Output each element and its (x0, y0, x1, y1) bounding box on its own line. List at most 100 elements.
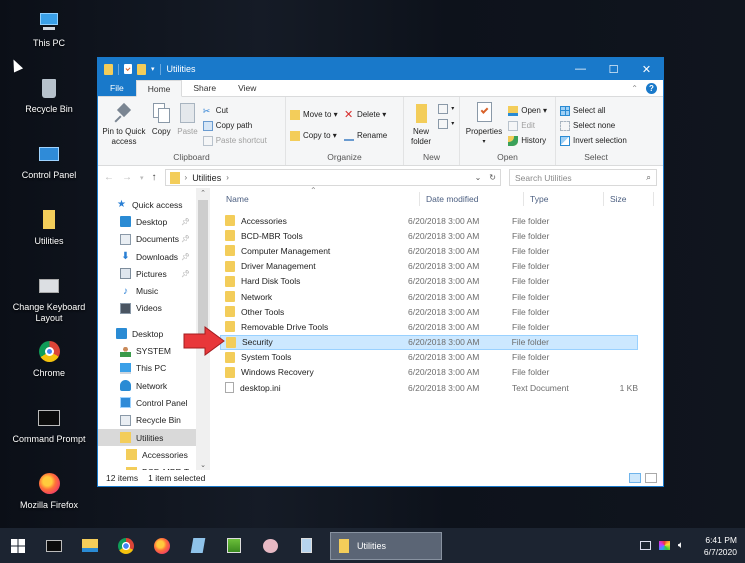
new-item-button[interactable]: ▾ (438, 101, 454, 116)
nav-item-videos[interactable]: Videos (98, 300, 210, 317)
open-button[interactable]: Open ▾ (508, 103, 547, 118)
nav-item-downloads[interactable]: ⬇ Downloads 📌︎ (98, 248, 210, 265)
edit-button[interactable]: Edit (508, 118, 547, 133)
nav-item-music[interactable]: ♪ Music (98, 282, 210, 299)
display-icon[interactable] (658, 541, 670, 550)
scroll-down-icon[interactable]: ⌄ (196, 461, 210, 469)
easy-access-button[interactable]: ▾ (438, 116, 454, 131)
network-icon[interactable] (639, 541, 651, 550)
tab-share[interactable]: Share (182, 80, 227, 96)
tab-view[interactable]: View (227, 80, 267, 96)
copy-button[interactable]: Copy (150, 101, 172, 137)
desktop-icon-control-panel[interactable]: Control Panel (6, 142, 92, 181)
taskbar-firefox[interactable] (144, 528, 180, 563)
cut-button[interactable]: ✂ Cut (203, 103, 267, 118)
up-button[interactable]: ↑ (152, 172, 157, 183)
move-to-button[interactable]: Move to ▾ (290, 107, 338, 122)
file-row[interactable]: Driver Management 6/20/2018 3:00 AM File f… (220, 259, 638, 274)
forward-button[interactable]: → (122, 172, 132, 183)
pin-to-quick-access-button[interactable]: Pin to Quick access (102, 101, 146, 147)
desktop-icon-this-pc[interactable]: This PC (6, 10, 92, 49)
file-row[interactable]: Windows Recovery 6/20/2018 3:00 AM File fo… (220, 365, 638, 380)
file-row[interactable]: Removable Drive Tools 6/20/2018 3:00 AM Fi… (220, 319, 638, 334)
scroll-up-icon[interactable]: ⌃ (196, 189, 210, 197)
taskbar-calculator[interactable] (288, 528, 324, 563)
copy-to-button[interactable]: Copy to ▾ (290, 128, 338, 143)
nav-item-control-panel[interactable]: Control Panel (98, 394, 210, 411)
details-view-button[interactable] (629, 473, 641, 483)
properties-button[interactable]: Properties ▾ (464, 101, 504, 147)
nav-item-documents[interactable]: Documents 📌︎ (98, 231, 210, 248)
invert-selection-button[interactable]: Invert selection (560, 133, 627, 148)
nav-item-this-pc[interactable]: This PC (98, 360, 210, 377)
column-date-modified[interactable]: Date modified (420, 192, 524, 206)
taskbar-notepad[interactable] (180, 528, 216, 563)
file-row[interactable]: Other Tools 6/20/2018 3:00 AM File folder (220, 304, 638, 319)
history-button[interactable]: History (508, 133, 547, 148)
delete-button[interactable]: ✕ Delete ▾ (344, 107, 387, 122)
file-row[interactable]: Hard Disk Tools 6/20/2018 3:00 AM File fol… (220, 274, 638, 289)
volume-icon[interactable]: 🔈︎ (678, 540, 684, 551)
pin-icon[interactable]: 📌︎ (181, 270, 190, 278)
start-button[interactable] (0, 528, 36, 563)
chevron-right-icon[interactable]: › (226, 173, 229, 182)
taskbar-task-utilities[interactable]: Utilities (330, 531, 442, 560)
column-name[interactable]: Name (220, 192, 420, 206)
maximize-button[interactable]: ☐ (597, 63, 630, 76)
chevron-right-icon[interactable]: › (185, 173, 188, 182)
desktop-icon-chrome[interactable]: Chrome (6, 340, 92, 379)
desktop-icon-change-keyboard-layout[interactable]: Change Keyboard Layout (6, 274, 92, 324)
taskbar-paint[interactable] (252, 528, 288, 563)
nav-item-quick-access[interactable]: ★ Quick access (98, 196, 210, 213)
tab-home[interactable]: Home (135, 80, 183, 97)
paste-button[interactable]: Paste (176, 101, 198, 137)
nav-item-recycle-bin[interactable]: Recycle Bin (98, 412, 210, 429)
copy-path-button[interactable]: Copy path (202, 118, 267, 133)
desktop-icon-utilities[interactable]: Utilities (6, 208, 92, 247)
properties-qat-icon[interactable] (124, 64, 132, 74)
column-size[interactable]: Size (604, 192, 654, 206)
nav-item-utilities[interactable]: Utilities (98, 428, 196, 447)
tab-file[interactable]: File (98, 80, 136, 96)
select-all-button[interactable]: Select all (560, 103, 627, 118)
column-type[interactable]: Type (524, 192, 604, 206)
pin-icon[interactable]: 📌︎ (181, 235, 190, 243)
desktop-icon-command-prompt[interactable]: Command Prompt (6, 406, 92, 445)
nav-item-accessories[interactable]: Accessories (98, 446, 210, 463)
file-row[interactable]: Security 6/20/2018 3:00 AM File folder (220, 334, 638, 350)
recent-locations-button[interactable]: ▾ (140, 174, 144, 182)
file-row[interactable]: BCD-MBR Tools 6/20/2018 3:00 AM File folde… (220, 228, 638, 243)
back-button[interactable]: ← (104, 172, 114, 183)
search-input[interactable]: Search Utilities ⌕ (509, 169, 657, 186)
file-row[interactable]: desktop.ini 6/20/2018 3:00 AM Text Documen… (220, 380, 638, 395)
customize-qat-icon[interactable]: ▾ (151, 65, 155, 73)
select-none-button[interactable]: Select none (560, 118, 627, 133)
collapse-ribbon-icon[interactable]: ⌃ (631, 84, 638, 93)
taskbar-chrome[interactable] (108, 528, 144, 563)
new-folder-button[interactable]: New folder (408, 101, 434, 147)
nav-item-desktop[interactable]: Desktop 📌︎ (98, 213, 210, 230)
address-bar[interactable]: › Utilities › ⌄ ↻ (164, 169, 501, 186)
large-icons-view-button[interactable] (645, 473, 657, 483)
paste-shortcut-button[interactable]: Paste shortcut (202, 133, 267, 148)
pin-icon[interactable]: 📌︎ (181, 253, 190, 261)
pin-icon[interactable]: 📌︎ (181, 218, 190, 226)
file-row[interactable]: Accessories 6/20/2018 3:00 AM File folder (220, 213, 638, 228)
rename-button[interactable]: Rename (343, 128, 387, 143)
minimize-button[interactable]: — (564, 63, 597, 76)
help-icon[interactable]: ? (646, 82, 657, 94)
file-row[interactable]: System Tools 6/20/2018 3:00 AM File folder (220, 350, 638, 365)
close-button[interactable]: ✕ (630, 63, 663, 76)
clock[interactable]: 6:41 PM 6/7/2020 (704, 534, 737, 558)
file-row[interactable]: Network 6/20/2018 3:00 AM File folder (220, 289, 638, 304)
taskbar-file-explorer[interactable] (72, 528, 108, 563)
desktop-icon-firefox[interactable]: Mozilla Firefox (6, 472, 92, 511)
nav-item-network[interactable]: Network (98, 377, 210, 394)
new-folder-qat-icon[interactable] (137, 63, 146, 75)
breadcrumb-utilities[interactable]: Utilities (192, 173, 221, 183)
address-history-dropdown[interactable]: ⌄ (475, 173, 482, 182)
refresh-button[interactable]: ↻ (489, 173, 496, 182)
taskbar-command-prompt[interactable] (36, 528, 72, 563)
nav-item-pictures[interactable]: Pictures 📌︎ (98, 265, 210, 282)
file-row[interactable]: Computer Management 6/20/2018 3:00 AM File… (220, 243, 638, 258)
